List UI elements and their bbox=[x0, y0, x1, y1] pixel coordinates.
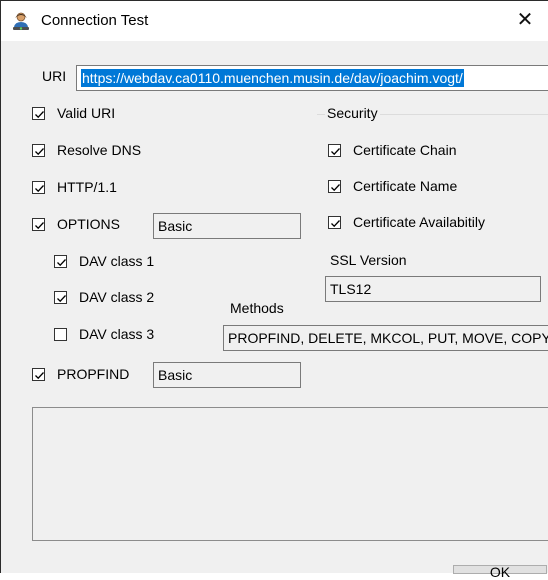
connection-test-window: Connection Test ✕ URI https://webdav.ca0… bbox=[0, 0, 548, 579]
options-checkbox[interactable] bbox=[32, 218, 45, 231]
certificate-chain-checkbox[interactable] bbox=[328, 144, 341, 157]
dav-class-3-checkbox[interactable] bbox=[54, 328, 67, 341]
user-network-icon bbox=[11, 11, 31, 31]
propfind-auth-field[interactable]: Basic bbox=[153, 362, 301, 388]
methods-label: Methods bbox=[230, 300, 284, 316]
certificate-name-label: Certificate Name bbox=[353, 178, 458, 194]
checkmark-icon bbox=[35, 372, 44, 380]
result-log-box[interactable] bbox=[32, 407, 548, 541]
ssl-version-label: SSL Version bbox=[330, 252, 407, 268]
dav-class-1-checkbox[interactable] bbox=[54, 255, 67, 268]
methods-field[interactable]: PROPFIND, DELETE, MKCOL, PUT, MOVE, COPY bbox=[223, 325, 548, 351]
http11-label: HTTP/1.1 bbox=[57, 179, 117, 195]
resolve-dns-label: Resolve DNS bbox=[57, 142, 142, 158]
uri-label: URI bbox=[42, 68, 67, 84]
checkmark-icon bbox=[331, 148, 340, 156]
certificate-availability-checkbox[interactable] bbox=[328, 216, 341, 229]
checkmark-icon bbox=[57, 295, 66, 303]
security-label: Security bbox=[325, 105, 380, 121]
uri-input-value: https://webdav.ca0110.muenchen.musin.de/… bbox=[81, 69, 464, 87]
resolve-dns-checkbox[interactable] bbox=[32, 144, 45, 157]
ok-button-label: OK bbox=[489, 564, 511, 580]
checkmark-icon bbox=[35, 222, 44, 230]
valid-uri-checkbox[interactable] bbox=[32, 107, 45, 120]
options-label: OPTIONS bbox=[57, 216, 121, 232]
http11-checkbox[interactable] bbox=[32, 181, 45, 194]
checkmark-icon bbox=[331, 184, 340, 192]
checkmark-icon bbox=[35, 148, 44, 156]
certificate-availability-label: Certificate Availabitily bbox=[353, 214, 486, 230]
propfind-label: PROPFIND bbox=[57, 366, 130, 382]
certificate-chain-label: Certificate Chain bbox=[353, 142, 457, 158]
checkmark-icon bbox=[35, 111, 44, 119]
close-button[interactable]: ✕ bbox=[502, 1, 548, 41]
checkmark-icon bbox=[35, 185, 44, 193]
options-auth-field[interactable]: Basic bbox=[153, 213, 301, 239]
dav-class-1-label: DAV class 1 bbox=[79, 253, 155, 269]
certificate-name-checkbox[interactable] bbox=[328, 180, 341, 193]
checkmark-icon bbox=[57, 259, 66, 267]
valid-uri-label: Valid URI bbox=[57, 105, 116, 121]
ssl-version-field[interactable]: TLS12 bbox=[325, 276, 541, 302]
checkmark-icon bbox=[331, 220, 340, 228]
dav-class-3-label: DAV class 3 bbox=[79, 326, 155, 342]
dav-class-2-checkbox[interactable] bbox=[54, 291, 67, 304]
uri-input[interactable]: https://webdav.ca0110.muenchen.musin.de/… bbox=[76, 65, 548, 91]
dav-class-2-label: DAV class 2 bbox=[79, 289, 155, 305]
propfind-checkbox[interactable] bbox=[32, 368, 45, 381]
title-bar: Connection Test ✕ bbox=[1, 1, 548, 41]
window-title: Connection Test bbox=[41, 12, 149, 29]
